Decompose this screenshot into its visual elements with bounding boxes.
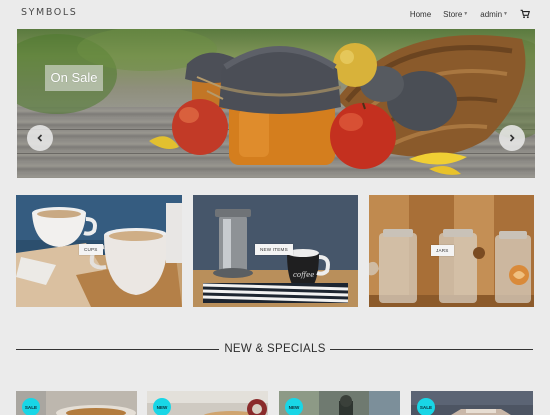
product-card[interactable]: NEW	[147, 391, 268, 415]
category-label: JARS	[431, 245, 454, 256]
section-divider-right	[330, 349, 533, 350]
product-card[interactable]: NEW	[279, 391, 400, 415]
hero-carousel: On Sale	[17, 29, 535, 178]
product-badge: SALE	[417, 398, 435, 415]
brand-logo[interactable]: SYMBOLS	[21, 7, 77, 18]
nav-admin-dropdown[interactable]: admin▼	[480, 10, 508, 19]
nav-admin-label: admin	[480, 9, 503, 19]
nav-store-dropdown[interactable]: Store▼	[443, 10, 468, 19]
chevron-down-icon: ▼	[463, 11, 469, 18]
product-card[interactable]: SALE	[16, 391, 137, 415]
main-nav: Home Store▼ admin▼	[410, 9, 530, 19]
category-tile-jars[interactable]: JARS	[369, 195, 534, 307]
category-label: NEW ITEMS	[255, 244, 293, 255]
carousel-next-button[interactable]	[499, 125, 525, 151]
nav-store-label: Store	[443, 9, 463, 19]
svg-text:coffee: coffee	[293, 271, 314, 279]
category-tile-cups[interactable]: CUPS	[16, 195, 182, 307]
carousel-prev-button[interactable]	[27, 125, 53, 151]
product-card[interactable]: SALE	[411, 391, 533, 415]
chevron-right-icon	[509, 134, 515, 142]
cart-icon[interactable]	[520, 9, 530, 19]
category-label: CUPS	[79, 244, 103, 255]
on-sale-badge: On Sale	[45, 65, 103, 91]
chevron-left-icon	[37, 134, 43, 142]
product-badge: NEW	[153, 398, 171, 415]
chevron-down-icon: ▼	[503, 11, 508, 18]
product-badge: SALE	[22, 398, 40, 415]
nav-home-link[interactable]: Home	[410, 10, 431, 19]
product-badge: NEW	[285, 398, 303, 415]
top-navbar: SYMBOLS Home Store▼ admin▼	[0, 0, 550, 28]
hero-image	[17, 29, 535, 175]
category-tile-new-items[interactable]: coffee NEW ITEMS	[193, 195, 358, 307]
